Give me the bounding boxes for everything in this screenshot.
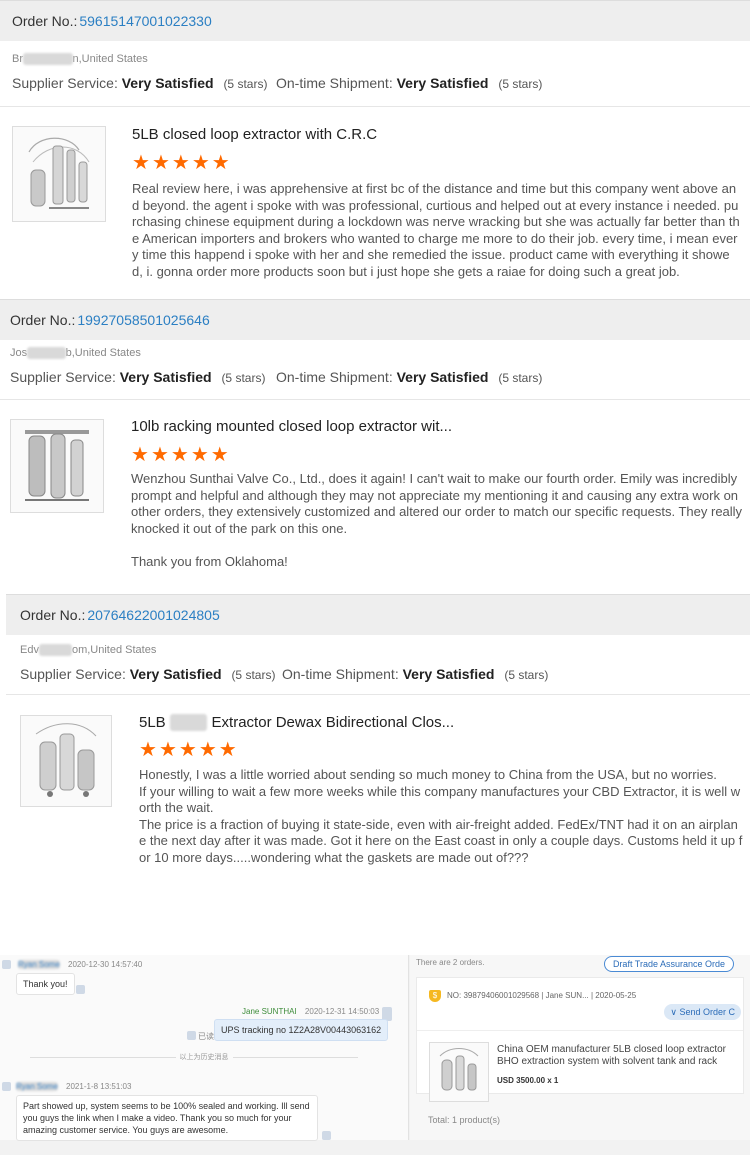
redacted-title: xxxxx: [169, 714, 208, 731]
review-text: Wenzhou Sunthai Valve Co., Ltd., does it…: [131, 471, 743, 569]
read-receipt-icon: [187, 1031, 196, 1040]
star-rating: ★ ★ ★ ★ ★: [132, 153, 230, 173]
shipment-rating: On-time Shipment: Very Satisfied (5 star…: [282, 666, 549, 682]
star-icon: ★: [178, 739, 197, 761]
star-icon: ★: [131, 444, 149, 466]
review-card: Order No.: 59615147001022330 Brxxxxxxxxx…: [0, 0, 750, 300]
redacted-name: xxxxxxxxx: [23, 53, 73, 65]
star-icon: ★: [170, 444, 189, 466]
rating-summary: Supplier Service: Very Satisfied (5 star…: [12, 75, 543, 91]
order-number-line: NO: 39879406001029568 | Jane SUN... | 20…: [447, 991, 637, 1000]
trade-assurance-icon: $: [429, 990, 441, 1002]
review-text: Honestly, I was a little worried about s…: [139, 767, 743, 865]
message-meta: Ryan Some 2021-1-8 13:51:03: [16, 1082, 132, 1091]
divider: [6, 694, 750, 695]
star-icon: ★: [151, 152, 170, 174]
rating-summary: Supplier Service: Very Satisfied (5 star…: [20, 666, 549, 682]
order-number-link[interactable]: 59615147001022330: [79, 13, 211, 29]
product-thumbnail[interactable]: [20, 715, 112, 807]
status-icon: [76, 985, 85, 994]
extractor-image: [28, 137, 90, 209]
order-bar: Order No.: 59615147001022330: [0, 0, 750, 41]
status-icon: [322, 1131, 331, 1140]
order-number-link[interactable]: 20764622001024805: [87, 607, 219, 623]
star-icon: ★: [190, 444, 209, 466]
chat-screenshot: Ryan Some 2020-12-30 14:57:40 Thank you!…: [0, 955, 750, 1155]
shipment-rating: On-time Shipment: Very Satisfied (5 star…: [276, 75, 543, 91]
message-meta: Jane SUNTHAI 2020-12-31 14:50:03: [242, 1007, 380, 1016]
order-product-thumbnail[interactable]: [429, 1042, 489, 1102]
order-label: Order No.:: [20, 607, 86, 623]
star-rating: ★ ★ ★ ★ ★: [131, 445, 229, 465]
redacted-name: xxxxxx: [38, 644, 72, 656]
product-title-link[interactable]: 5LB xxxxx Extractor Dewax Bidirectional …: [139, 714, 454, 731]
order-bar: Order No.: 19927058501025646: [0, 299, 750, 340]
product-thumbnail[interactable]: [10, 419, 104, 513]
extractor-image: [35, 723, 97, 797]
order-total: Total: 1 product(s): [428, 1115, 501, 1125]
order-bar: Order No.: 20764622001024805: [6, 594, 750, 635]
chat-bubble: Part showed up, system seems to be 100% …: [16, 1095, 318, 1141]
star-rating: ★ ★ ★ ★ ★: [139, 740, 237, 760]
star-icon: ★: [191, 152, 210, 174]
product-thumbnail[interactable]: [12, 126, 106, 222]
order-label: Order No.:: [12, 13, 78, 29]
order-card: $ NO: 39879406001029568 | Jane SUN... | …: [416, 977, 744, 1102]
review-text: Real review here, i was apprehensive at …: [132, 181, 740, 279]
star-icon: ★: [210, 444, 229, 466]
draft-order-button[interactable]: Draft Trade Assurance Orde: [603, 956, 734, 972]
star-icon: ★: [211, 152, 230, 174]
avatar: [2, 960, 11, 969]
buyer-location: Edvxxxxxxom,United States: [20, 644, 157, 656]
review-card: Order No.: 19927058501025646 Josxxxxxxxb…: [0, 295, 750, 595]
star-icon: ★: [171, 152, 190, 174]
buyer-location: Brxxxxxxxxxn,United States: [12, 53, 148, 65]
order-number-link[interactable]: 19927058501025646: [77, 312, 209, 328]
divider: [0, 399, 750, 400]
orders-count: There are 2 orders.: [416, 958, 485, 967]
chat-message-panel: Ryan Some 2020-12-30 14:57:40 Thank you!…: [0, 955, 409, 1141]
divider: [0, 106, 750, 107]
read-status: 已读: [198, 1032, 214, 1041]
chat-bubble: UPS tracking no 1Z2A28V00443063162: [214, 1019, 389, 1041]
product-title-link[interactable]: 10lb racking mounted closed loop extract…: [131, 418, 452, 435]
rating-summary: Supplier Service: Very Satisfied (5 star…: [10, 369, 543, 385]
history-label: 以上为历史消息: [0, 1052, 408, 1062]
order-price: USD 3500.00 x 1: [497, 1076, 559, 1085]
avatar: [2, 1082, 11, 1091]
message-meta: Ryan Some 2020-12-30 14:57:40: [18, 960, 143, 969]
review-card: Order No.: 20764622001024805 Edvxxxxxxom…: [0, 592, 750, 892]
order-label: Order No.:: [10, 312, 76, 328]
shipment-rating: On-time Shipment: Very Satisfied (5 star…: [276, 369, 543, 385]
star-icon: ★: [150, 444, 169, 466]
extractor-image: [25, 430, 89, 501]
order-panel: There are 2 orders. Draft Trade Assuranc…: [410, 955, 750, 1140]
divider: [417, 1030, 743, 1031]
chat-bubble: Thank you!: [16, 973, 75, 995]
product-title-link[interactable]: 5LB closed loop extractor with C.R.C: [132, 126, 377, 143]
star-icon: ★: [198, 739, 217, 761]
redacted-name: xxxxxxx: [27, 347, 66, 359]
extractor-image: [439, 1048, 479, 1091]
star-icon: ★: [139, 739, 157, 761]
star-icon: ★: [218, 739, 237, 761]
star-icon: ★: [132, 152, 150, 174]
buyer-location: Josxxxxxxxb,United States: [10, 347, 141, 359]
order-product-title[interactable]: China OEM manufacturer 5LB closed loop e…: [497, 1044, 726, 1068]
star-icon: ★: [158, 739, 177, 761]
send-order-button[interactable]: ∨ Send Order C: [664, 1004, 741, 1020]
